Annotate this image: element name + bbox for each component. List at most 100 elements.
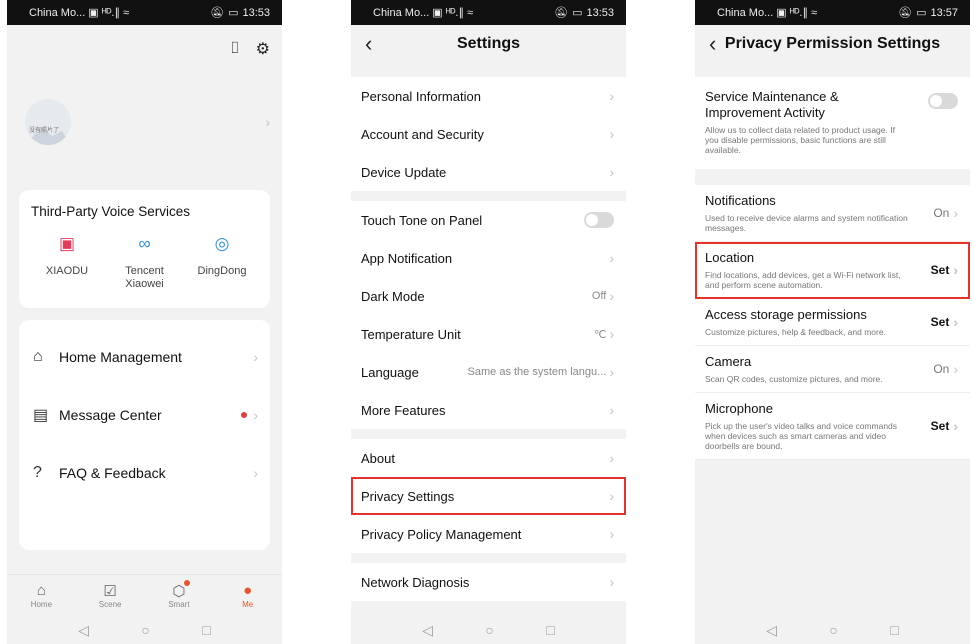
me-screen: China Mo... ▣ ᴴᴰ.∥ ≈ 🔕︎ ▭ 13:53 ⌷ ⚙ 没有照片了 … [7, 0, 282, 644]
status-bar: China Mo... ▣ ᴴᴰ.∥ ≈ 🔕︎ ▭ 13:53 [7, 0, 282, 25]
row-more-features[interactable]: More Features › [351, 391, 626, 429]
chevron-right-icon: › [953, 361, 958, 377]
page-title: Privacy Permission Settings [724, 35, 941, 52]
settings-group-about: About › Privacy Settings › Privacy Policy … [351, 439, 626, 553]
permission-row-access-storage-permissions[interactable]: Access storage permissions Customize pict… [695, 299, 970, 346]
dark-mode-value: Off [591, 290, 607, 302]
settings-group-account: Personal Information › Account and Securi… [351, 77, 626, 191]
row-device-update[interactable]: Device Update › [351, 153, 626, 191]
question-icon: ? [33, 464, 42, 481]
row-app-notification[interactable]: App Notification › [351, 239, 626, 277]
home-nav-icon[interactable]: ○ [829, 622, 837, 638]
voice-service-name: Tencent Xiaowei [125, 265, 164, 290]
settings-gear-icon[interactable]: ⚙ [256, 39, 270, 59]
language-value: Same as the system langu... [467, 366, 607, 378]
avatar-caption: 没有照片了 [29, 128, 60, 134]
home-nav-icon[interactable]: ○ [485, 622, 493, 638]
voice-service-item[interactable]: ◎ DingDong [186, 235, 258, 291]
top-actions: ⌷ ⚙ [7, 25, 282, 72]
chevron-right-icon: › [609, 574, 614, 590]
back-nav-icon[interactable]: ◁ [422, 622, 433, 639]
chevron-right-icon: › [609, 250, 614, 266]
battery-icon: ▭ [572, 7, 583, 19]
tab-home[interactable]: ⌂ Home [16, 582, 66, 609]
status-bar: China Mo... ▣ ᴴᴰ.∥ ≈ 🔕︎ ▭ 13:53 [351, 0, 626, 25]
tab-scene[interactable]: ☑ Scene [85, 582, 135, 609]
tencent-xiaowei-icon: ∞ [138, 234, 151, 253]
mute-icon: 🔕︎ [898, 7, 913, 19]
permission-value: Set [930, 263, 950, 277]
permission-value: Set [930, 315, 950, 329]
row-personal-information[interactable]: Personal Information › [351, 77, 626, 115]
chevron-right-icon: › [609, 526, 614, 542]
back-nav-icon[interactable]: ◁ [766, 622, 777, 639]
permission-row-microphone[interactable]: Microphone Pick up the user's video talks… [695, 393, 970, 460]
permission-title: Camera [705, 354, 752, 369]
recents-nav-icon[interactable]: □ [890, 622, 898, 638]
chevron-right-icon: › [609, 88, 614, 104]
permission-value: On [933, 362, 950, 376]
recents-nav-icon[interactable]: □ [546, 622, 554, 638]
voice-service-item[interactable]: ▣ XIAODU [31, 235, 103, 291]
menu-home-management[interactable]: ⌂ Home Management › [19, 328, 270, 386]
battery-icon: ▭ [228, 7, 239, 19]
service-desc: Allow us to collect data related to prod… [705, 125, 895, 155]
clock: 13:57 [930, 6, 958, 19]
profile-row[interactable]: 没有照片了 › [7, 72, 282, 172]
voice-service-item[interactable]: ∞ Tencent Xiaowei [109, 234, 181, 291]
chevron-right-icon: › [609, 488, 614, 504]
permission-row-camera[interactable]: Camera Scan QR codes, customize pictures,… [695, 346, 970, 393]
recents-nav-icon[interactable]: □ [202, 622, 210, 638]
row-privacy-settings[interactable]: Privacy Settings › [351, 477, 626, 515]
chevron-right-icon: › [609, 326, 614, 342]
touch-tone-toggle[interactable] [584, 212, 614, 228]
back-arrow-icon[interactable]: ‹ [709, 31, 716, 57]
menu-faq-feedback[interactable]: ? FAQ & Feedback › [19, 444, 270, 502]
voice-services-card: Third-Party Voice Services ▣ XIAODU ∞ Tence… [19, 190, 270, 308]
permission-title: Microphone [705, 401, 773, 416]
permission-value: On [933, 206, 950, 220]
scan-icon[interactable]: ⌷ [230, 40, 240, 58]
permission-desc: Scan QR codes, customize pictures, and m… [705, 374, 883, 384]
row-dark-mode[interactable]: Dark Mode Off › [351, 277, 626, 315]
permission-desc: Used to receive device alarms and system… [705, 213, 908, 233]
settings-header: ‹ Settings [351, 25, 626, 63]
chevron-right-icon: › [609, 364, 614, 380]
service-toggle[interactable] [928, 93, 958, 109]
row-privacy-policy[interactable]: Privacy Policy Management › [351, 515, 626, 553]
menu-message-center[interactable]: ▤ Message Center › [19, 386, 270, 444]
settings-screen: China Mo... ▣ ᴴᴰ.∥ ≈ 🔕︎ ▭ 13:53 ‹ Settings… [351, 0, 626, 644]
mute-icon: 🔕︎ [210, 7, 225, 19]
bottom-tab-bar: ⌂ Home ☑ Scene ⬡ Smart ● Me [7, 574, 282, 616]
back-arrow-icon[interactable]: ‹ [365, 31, 372, 57]
back-nav-icon[interactable]: ◁ [78, 622, 89, 639]
carrier-text: China Mo... ▣ ᴴᴰ.∥ ≈ [717, 7, 818, 19]
home-icon: ⌂ [36, 582, 46, 599]
home-icon: ⌂ [33, 348, 43, 365]
permission-desc: Customize pictures, help & feedback, and… [705, 327, 886, 337]
system-nav-bar: ◁ ○ □ [7, 616, 282, 644]
chevron-right-icon: › [609, 402, 614, 418]
clock: 13:53 [586, 6, 614, 19]
home-nav-icon[interactable]: ○ [141, 622, 149, 638]
permission-row-location[interactable]: Location Find locations, add devices, get… [695, 242, 970, 299]
row-about[interactable]: About › [351, 439, 626, 477]
voice-services-heading: Third-Party Voice Services [31, 204, 191, 219]
service-title: Service Maintenance & Improvement Activi… [705, 89, 839, 120]
system-nav-bar: ◁ ○ □ [695, 616, 970, 644]
chevron-right-icon: › [609, 126, 614, 142]
row-account-security[interactable]: Account and Security › [351, 115, 626, 153]
chevron-right-icon: › [609, 450, 614, 466]
row-language[interactable]: Language Same as the system langu... › [351, 353, 626, 391]
avatar[interactable]: 没有照片了 [25, 99, 71, 145]
chevron-right-icon: › [953, 205, 958, 221]
row-network-diagnosis[interactable]: Network Diagnosis › [351, 563, 626, 601]
tab-me[interactable]: ● Me [223, 582, 273, 609]
permission-row-notifications[interactable]: Notifications Used to receive device alar… [695, 185, 970, 242]
tab-smart[interactable]: ⬡ Smart [154, 580, 204, 609]
permission-list: Notifications Used to receive device alar… [695, 185, 970, 460]
row-temperature-unit[interactable]: Temperature Unit ℃ › [351, 315, 626, 353]
permission-title: Notifications [705, 193, 776, 208]
temperature-unit-value: ℃ [593, 328, 607, 341]
message-icon: ▤ [33, 407, 49, 424]
